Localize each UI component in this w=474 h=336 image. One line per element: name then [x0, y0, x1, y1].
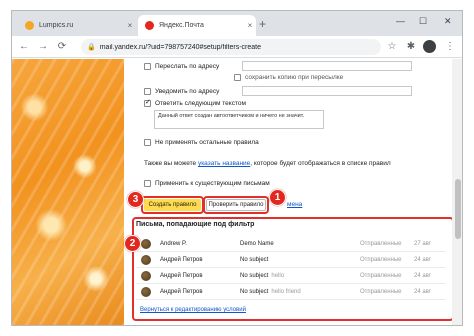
forward-label: Переслать по адресу: [155, 63, 220, 70]
folder-name: Отправленные: [360, 273, 402, 279]
message-date: 24 авг: [414, 273, 432, 279]
rule-name-hint: Также вы можете указать название, которо…: [144, 160, 391, 167]
forward-button[interactable]: →: [37, 40, 49, 54]
back-button[interactable]: ←: [18, 40, 30, 54]
browser-menu-icon[interactable]: ⋮: [444, 40, 456, 54]
tab-title: Яндекс.Почта: [159, 22, 204, 29]
keep-copy-label: сохранить копию при пересылке: [245, 74, 344, 81]
lock-icon: 🔒: [87, 44, 96, 51]
table-row[interactable]: Андрей Петров No subject hello friend Отп…: [136, 285, 446, 300]
subject-cell: No subject hello friend: [240, 289, 301, 295]
rule-name-suffix: , которое будет отображаться в списке пр…: [250, 160, 391, 167]
subject-cell: Demo Name: [240, 241, 277, 247]
bookmark-star-icon[interactable]: ☆: [386, 40, 398, 54]
apply-existing-checkbox[interactable]: [144, 180, 151, 187]
folder-name: Отправленные: [360, 289, 402, 295]
close-window-button[interactable]: ✕: [444, 16, 452, 27]
subject-text: No subject: [240, 257, 269, 263]
subject-text: No subject: [240, 273, 269, 279]
sender-name: Андрей Петров: [160, 257, 203, 263]
stop-rules-label: Не применять остальные правила: [155, 139, 259, 146]
browser-window: Lumpics.ru × Яндекс.Почта × + — ☐ ✕ ← → …: [11, 10, 463, 326]
apply-existing-label: Применить к существующим письмам: [155, 180, 270, 187]
table-row[interactable]: Андрей Петров No subject hello Отправленн…: [136, 269, 446, 284]
maximize-button[interactable]: ☐: [419, 16, 427, 27]
scrollbar-thumb[interactable]: [455, 179, 461, 239]
page-scrollbar[interactable]: [452, 59, 462, 325]
sender-avatar-icon: [141, 255, 151, 265]
profile-avatar[interactable]: [423, 40, 436, 53]
results-title: Письма, попадающие под фильтр: [136, 221, 255, 228]
sender-name: Андрей Петров: [160, 289, 203, 295]
snippet-text: hello: [271, 273, 285, 279]
forward-checkbox[interactable]: [144, 63, 151, 70]
sender-name: Andrew P.: [160, 241, 187, 247]
table-row[interactable]: Andrew P. Demo Name Отправленные 27 авг: [136, 237, 446, 252]
page-viewport: Переслать по адресу сохранить копию при …: [12, 59, 462, 325]
new-tab-button[interactable]: +: [259, 17, 266, 31]
snippet-text: hello friend: [271, 289, 301, 295]
autoreply-textarea[interactable]: Данный ответ создан автоответчиком и нич…: [154, 110, 324, 129]
sender-avatar-icon: [141, 239, 151, 249]
rule-name-prefix: Также вы можете: [144, 160, 197, 167]
check-rule-label: Проверить правило: [208, 202, 264, 208]
forward-address-input[interactable]: [242, 61, 412, 71]
close-tab-icon[interactable]: ×: [124, 21, 136, 30]
yandex-mail-favicon-icon: [145, 21, 154, 30]
tab-strip: Lumpics.ru × Яндекс.Почта × + — ☐ ✕: [12, 11, 462, 36]
message-date: 24 авг: [414, 289, 432, 295]
create-rule-button[interactable]: Создать правило: [144, 199, 201, 211]
extensions-icon[interactable]: ✱: [405, 40, 417, 54]
subject-text: Demo Name: [240, 241, 274, 247]
message-date: 24 авг: [414, 257, 432, 263]
check-rule-button[interactable]: Проверить правило: [206, 199, 266, 211]
table-row[interactable]: Андрей Петров No subject Отправленные 24…: [136, 253, 446, 268]
browser-toolbar: ← → ⟳ 🔒 mail.yandex.ru/?uid=798757240#se…: [12, 36, 462, 58]
minimize-button[interactable]: —: [396, 16, 405, 26]
back-to-conditions-link[interactable]: Вернуться к редактированию условий: [140, 307, 246, 313]
subject-cell: No subject hello: [240, 273, 284, 279]
subject-text: No subject: [240, 289, 269, 295]
autoreply-label: Ответить следующим текстом: [155, 100, 246, 107]
rule-name-link[interactable]: указать название: [198, 160, 250, 167]
close-tab-icon[interactable]: ×: [244, 21, 256, 30]
url-text: mail.yandex.ru/?uid=798757240#setup/filt…: [99, 43, 262, 51]
address-bar[interactable]: 🔒 mail.yandex.ru/?uid=798757240#setup/fi…: [81, 39, 381, 55]
create-rule-label: Создать правило: [148, 202, 197, 208]
sender-avatar-icon: [141, 271, 151, 281]
autoreply-checkbox[interactable]: [144, 98, 151, 107]
sender-avatar-icon: [141, 287, 151, 297]
notify-address-input[interactable]: [242, 86, 412, 96]
notify-label: Уведомить по адресу: [155, 88, 220, 95]
step-badge-3: 3: [127, 191, 144, 208]
tab-yandex-mail[interactable]: Яндекс.Почта ×: [138, 15, 256, 36]
sender-name: Андрей Петров: [160, 273, 203, 279]
partial-link[interactable]: мена: [287, 201, 302, 208]
step-badge-1: 1: [269, 189, 286, 206]
notify-checkbox[interactable]: [144, 88, 151, 95]
subject-cell: No subject: [240, 257, 271, 263]
message-date: 27 авг: [414, 241, 432, 247]
tab-lumpics[interactable]: Lumpics.ru ×: [18, 15, 136, 36]
folder-name: Отправленные: [360, 257, 402, 263]
stop-rules-checkbox[interactable]: [144, 139, 151, 146]
tab-title: Lumpics.ru: [39, 22, 74, 29]
filter-settings-panel: Переслать по адресу сохранить копию при …: [124, 59, 454, 325]
folder-name: Отправленные: [360, 241, 402, 247]
lumpics-favicon-icon: [25, 21, 34, 30]
keep-copy-checkbox[interactable]: [234, 74, 241, 81]
reload-button[interactable]: ⟳: [56, 40, 68, 54]
orange-background-image: [12, 59, 124, 325]
